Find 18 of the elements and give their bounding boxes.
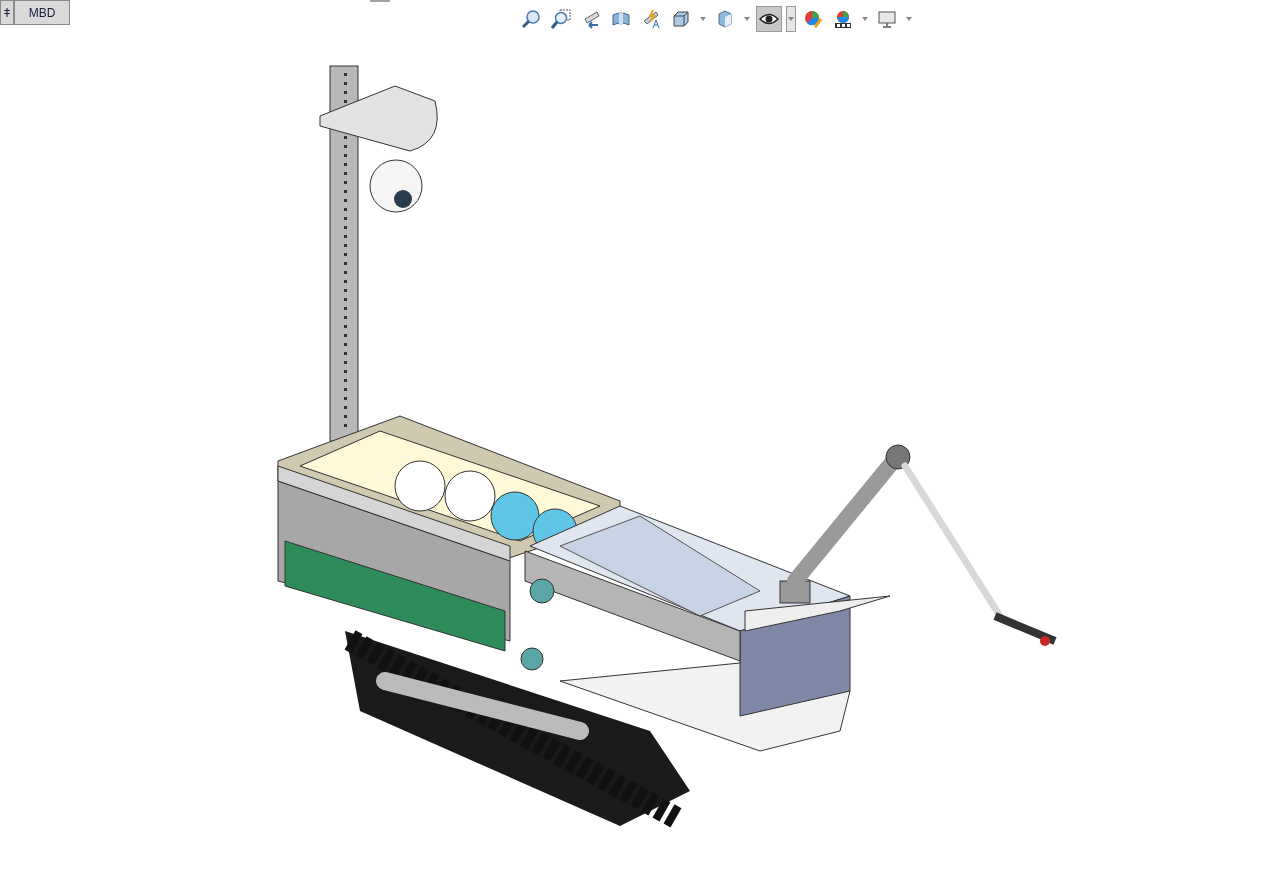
toolbar-button[interactable] <box>548 6 574 32</box>
caret-icon <box>700 17 706 21</box>
caret-icon <box>744 17 750 21</box>
view-orientation-icon <box>671 9 691 29</box>
scene-icon <box>833 9 853 29</box>
toolbar-button[interactable] <box>756 6 782 32</box>
caret-icon <box>862 17 868 21</box>
tab[interactable]: ǂ <box>0 0 14 25</box>
zoom-to-fit-icon <box>521 9 541 29</box>
color-wheel-pencil-icon <box>803 9 823 29</box>
tab[interactable]: MBD <box>14 0 70 25</box>
zoom-area-icon <box>551 9 571 29</box>
monitor-icon <box>877 9 897 29</box>
section-view-icon <box>611 9 631 29</box>
caret-icon <box>788 17 794 21</box>
caret-icon <box>906 17 912 21</box>
annotation-icon <box>641 9 661 29</box>
display-style-icon <box>715 9 735 29</box>
